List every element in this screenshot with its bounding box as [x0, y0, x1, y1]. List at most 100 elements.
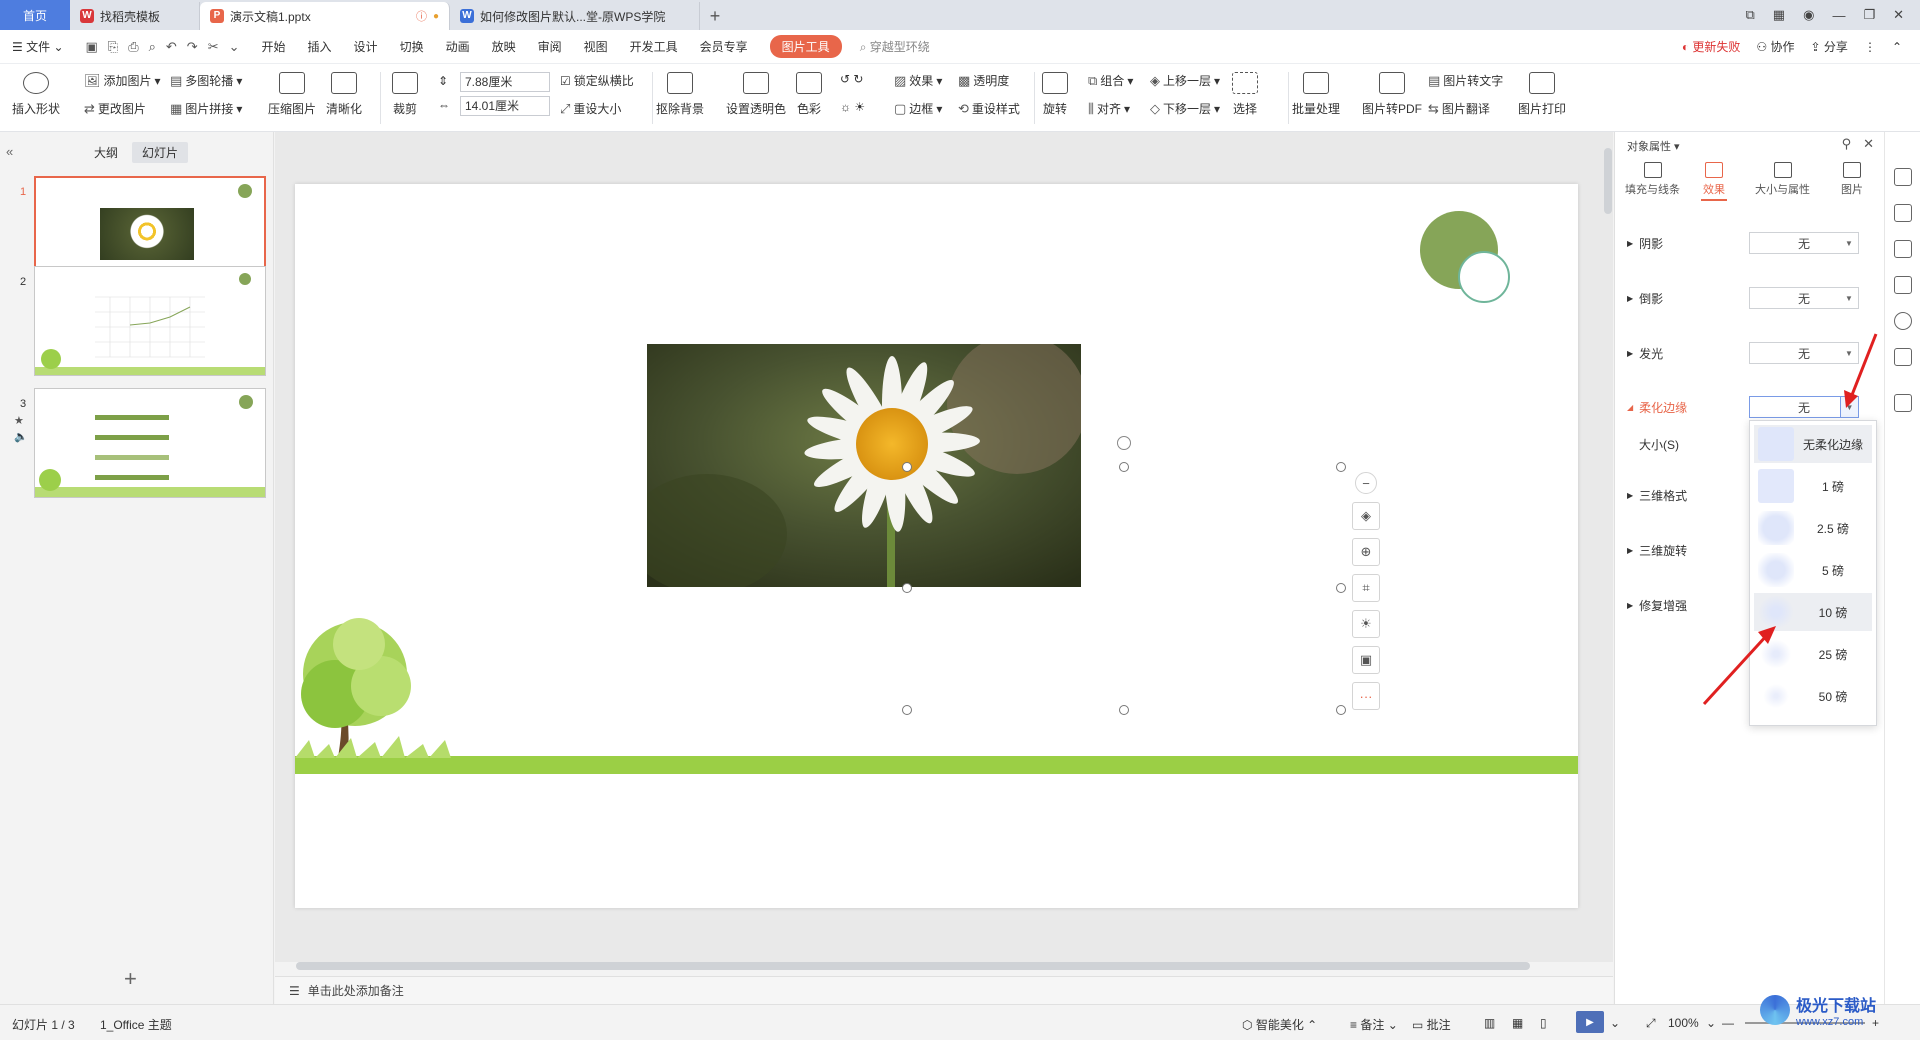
collapse-icon[interactable]: «: [6, 144, 13, 159]
width-input[interactable]: 14.01厘米: [460, 96, 550, 116]
more-icon[interactable]: ···: [1352, 682, 1380, 710]
undo-icon[interactable]: ↶: [166, 39, 177, 55]
menu-animation[interactable]: 动画: [446, 38, 470, 55]
soft-edge-option-2-5[interactable]: 2.5 磅: [1754, 509, 1872, 547]
rotate-button[interactable]: 旋转: [1042, 72, 1068, 117]
shadow-select[interactable]: 无 ▼: [1749, 232, 1859, 254]
tab-outline[interactable]: 大纲: [84, 142, 128, 163]
export-icon[interactable]: ⎘: [108, 39, 118, 55]
to-text-button[interactable]: ▤ 图片转文字: [1428, 72, 1503, 89]
effects-button[interactable]: ▨ 效果 ▾: [894, 72, 942, 89]
layers-icon[interactable]: ◈: [1352, 502, 1380, 530]
reading-view-icon[interactable]: ▯: [1540, 1016, 1547, 1030]
save-icon[interactable]: ▣: [86, 39, 98, 55]
translate-button[interactable]: ⇆ 图片翻译: [1428, 100, 1490, 117]
rotate-handle[interactable]: [1117, 436, 1131, 450]
avatar[interactable]: ◉: [1803, 7, 1814, 23]
resize-handle-tl[interactable]: [902, 462, 912, 472]
print-icon[interactable]: ⎙: [128, 39, 138, 55]
preview-icon[interactable]: ⌕: [149, 39, 156, 55]
to-pdf-button[interactable]: 图片转PDF: [1362, 72, 1422, 117]
menu-transition[interactable]: 切换: [400, 38, 424, 55]
tab-fill-line[interactable]: 填充与线条: [1625, 162, 1680, 197]
soft-edge-option-1[interactable]: 1 磅: [1754, 467, 1872, 505]
reset-style-button[interactable]: ⟲ 重设样式: [958, 100, 1020, 117]
tab-size-props[interactable]: 大小与属性: [1755, 162, 1810, 197]
panel-title[interactable]: 对象属性 ▾: [1627, 138, 1680, 154]
collapse-ribbon-icon[interactable]: ⌃: [1892, 40, 1902, 54]
zoom-dropdown-icon[interactable]: ⌄: [1706, 1016, 1716, 1030]
collab-button[interactable]: ⚇ 协作: [1756, 38, 1794, 55]
location-icon[interactable]: [1894, 312, 1912, 330]
tab-effects[interactable]: 效果: [1701, 162, 1727, 201]
more-icon[interactable]: ⋮: [1864, 40, 1876, 54]
fit-icon[interactable]: ⤢: [1646, 1016, 1656, 1031]
minimize-icon[interactable]: —: [1832, 8, 1845, 23]
menu-insert[interactable]: 插入: [308, 38, 332, 55]
decor-circle-outline[interactable]: [1458, 251, 1510, 303]
select-button[interactable]: 选择: [1232, 72, 1258, 117]
daisy-photo[interactable]: [647, 344, 1081, 587]
redo-icon[interactable]: ↷: [187, 39, 198, 55]
menu-home[interactable]: 开始: [262, 38, 286, 55]
insert-shape-button[interactable]: 插入形状: [12, 72, 60, 117]
close-icon[interactable]: ✕: [1863, 136, 1874, 152]
tab-picture-tool[interactable]: 图片工具: [769, 35, 842, 58]
rotate-left-icon[interactable]: ↺ ↻: [840, 72, 863, 86]
crop-button[interactable]: 裁剪: [392, 72, 418, 117]
menu-review[interactable]: 审阅: [538, 38, 562, 55]
sorter-view-icon[interactable]: ▦: [1512, 1016, 1523, 1030]
menu-slideshow[interactable]: 放映: [492, 38, 516, 55]
crop-icon[interactable]: ⌗: [1352, 574, 1380, 602]
restore-icon[interactable]: ❐: [1863, 7, 1875, 23]
menu-member[interactable]: 会员专享: [700, 38, 748, 55]
notes-area[interactable]: ☰ 单击此处添加备注: [275, 976, 1613, 1004]
layout-icon[interactable]: ⧉: [1746, 7, 1755, 23]
close-icon[interactable]: ✕: [1893, 7, 1904, 23]
add-slide-button[interactable]: +: [124, 966, 137, 992]
transition-icon[interactable]: [1894, 240, 1912, 258]
notes-toggle[interactable]: ≡ 备注 ⌄: [1350, 1016, 1398, 1033]
slide-canvas[interactable]: − ◈ ⊕ ⌗ ☀ ▣ ···: [275, 132, 1613, 962]
vscroll-thumb[interactable]: [1604, 148, 1612, 214]
align-button[interactable]: ⫼ 对齐 ▾: [1088, 100, 1130, 117]
send-backward-button[interactable]: ◇ 下移一层 ▾: [1150, 100, 1220, 117]
tab-template[interactable]: W 找稻壳模板: [70, 2, 200, 30]
play-options-icon[interactable]: ⌄: [1610, 1016, 1620, 1030]
lightbulb-icon[interactable]: ☀: [1352, 610, 1380, 638]
resize-handle-br[interactable]: [1336, 705, 1346, 715]
set-transparent-button[interactable]: 设置透明色: [726, 72, 786, 117]
search-box[interactable]: ⌕ 穿越型环绕: [860, 38, 930, 55]
file-menu[interactable]: ☰ 文件 ⌄: [12, 38, 64, 55]
share-button[interactable]: ⇪ 分享: [1811, 38, 1848, 55]
resize-handle-t[interactable]: [1119, 462, 1129, 472]
export-icon[interactable]: [1894, 394, 1912, 412]
lock-ratio-checkbox[interactable]: ☑ 锁定纵横比: [560, 72, 634, 89]
brightness-icon[interactable]: ☼ ☀: [840, 100, 865, 114]
collage-button[interactable]: ▦ 图片拼接 ▾: [170, 100, 242, 117]
slide[interactable]: [295, 184, 1578, 908]
vertical-scrollbar[interactable]: [1604, 140, 1612, 930]
grid-icon[interactable]: ▦: [1773, 7, 1785, 23]
zoom-out-icon[interactable]: —: [1722, 1016, 1734, 1030]
play-button[interactable]: ▶: [1576, 1011, 1604, 1033]
slide-thumbnail-3[interactable]: [34, 388, 266, 498]
properties-icon[interactable]: [1894, 168, 1912, 186]
unsaved-dot-icon[interactable]: ●: [433, 11, 439, 22]
resize-handle-l[interactable]: [902, 583, 912, 593]
transparency-button[interactable]: ▩ 透明度: [958, 72, 1009, 89]
menu-developer[interactable]: 开发工具: [630, 38, 678, 55]
group-button[interactable]: ⧉ 组合 ▾: [1088, 72, 1133, 89]
remove-bg-button[interactable]: 抠除背景: [656, 72, 704, 117]
reset-size-button[interactable]: ⤢ 重设大小: [560, 100, 621, 117]
resize-handle-tr[interactable]: [1336, 462, 1346, 472]
slide-thumbnail-2[interactable]: [34, 266, 266, 376]
collapse-toolbar-icon[interactable]: −: [1355, 472, 1377, 494]
comments-toggle[interactable]: ▭ 批注: [1412, 1016, 1451, 1033]
height-input[interactable]: 7.88厘米: [460, 72, 550, 92]
compress-button[interactable]: 压缩图片: [268, 72, 316, 117]
chevron-down-icon[interactable]: ⌄: [229, 39, 240, 55]
border-button[interactable]: ▢ 边框 ▾: [894, 100, 942, 117]
zoom-level[interactable]: 100%: [1668, 1016, 1699, 1030]
menu-view[interactable]: 视图: [584, 38, 608, 55]
